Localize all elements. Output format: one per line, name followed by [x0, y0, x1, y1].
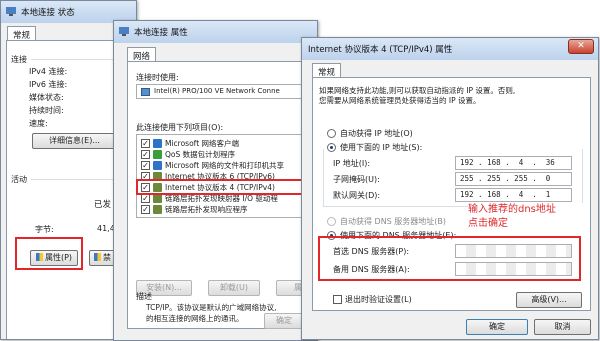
auto-dns-radio[interactable]: [327, 217, 336, 226]
adapter-box: Intel(R) PRO/100 VE Network Conne: [136, 84, 317, 99]
client-icon: [153, 139, 162, 148]
protocol-icon: [153, 194, 162, 203]
window-title: 本地连接 属性: [134, 28, 188, 38]
auto-ip-label[interactable]: 自动获得 IP 地址(O): [340, 128, 413, 139]
mask-label: 子网掩码(U):: [333, 175, 380, 184]
ipv4-item-highlight: [136, 179, 304, 195]
details-button[interactable]: 详细信息(E)...: [32, 133, 117, 149]
dns-fields-highlight: [318, 236, 581, 281]
titlebar: Internet 协议版本 4 (TCP/IPv4) 属性 ✕: [302, 38, 598, 60]
sent-label: 已发: [94, 200, 112, 210]
share-icon: [153, 161, 162, 170]
connect-using-label: 连接时使用:: [136, 73, 179, 82]
bytes-label: 字节:: [35, 225, 54, 234]
advanced-button[interactable]: 高级(V)...: [516, 292, 582, 308]
validate-label[interactable]: 退出时验证设置(L): [345, 294, 412, 305]
annotation-line-1: 输入推荐的dns地址: [468, 204, 556, 215]
protocol-icon: [153, 205, 162, 214]
cancel-button[interactable]: 取消: [534, 319, 591, 335]
checkbox[interactable]: ✓: [141, 205, 150, 214]
close-icon: ✕: [577, 41, 585, 51]
section-connection: 连接: [11, 55, 27, 64]
shield-icon: [94, 253, 101, 261]
network-panel: 连接时使用: Intel(R) PRO/100 VE Network Conne…: [127, 61, 317, 329]
adapter-name: Intel(R) PRO/100 VE Network Conne: [154, 87, 280, 95]
titlebar: 本地连接 属性: [114, 21, 317, 43]
checkbox[interactable]: ✓: [141, 194, 150, 203]
row-ipv6: IPv6 连接:: [29, 80, 68, 89]
row-media: 媒体状态:: [29, 93, 64, 102]
items-list: ✓ Microsoft 网络客户端 ✓ QoS 数据包计划程序 ✓ Microsoft…: [136, 134, 317, 218]
window-title: Internet 协议版本 4 (TCP/IPv4) 属性: [308, 45, 453, 55]
description-line-1: TCP/IP。该协议是默认的广域网络协议,: [146, 303, 277, 312]
window-title: 本地连接 状态: [21, 8, 75, 18]
qos-icon: [153, 150, 162, 159]
description-line-2: 的相互连接的网络上的通讯。: [146, 314, 244, 323]
item-label: 链路层拓扑发现响应程序: [165, 205, 248, 214]
validate-checkbox[interactable]: [333, 295, 342, 304]
checkbox[interactable]: ✓: [141, 150, 150, 159]
annotation: 输入推荐的dns地址 点击确定: [468, 203, 586, 231]
close-button[interactable]: ✕: [568, 39, 594, 54]
item-label: Microsoft 网络的文件和打印机共享: [165, 161, 285, 170]
ok-button[interactable]: 确定: [466, 319, 528, 335]
auto-dns-label[interactable]: 自动获得 DNS 服务器地址(B): [340, 216, 446, 227]
adapter-icon: [141, 88, 150, 96]
gateway-label: 默认网关(D):: [333, 191, 381, 200]
network-icon: [6, 7, 16, 16]
ok-button[interactable]: 确定: [264, 313, 304, 329]
gateway-input[interactable]: 192 . 168 . 4 . 1: [455, 188, 572, 202]
ip-label: IP 地址(I):: [333, 159, 371, 168]
disable-label: 禁: [103, 253, 111, 262]
annotation-line-2: 点击确定: [468, 218, 508, 229]
items-label: 此连接使用下列项目(O):: [136, 123, 224, 132]
intro-line-2: 您需要从网络系统管理员处获得适当的 IP 设置。: [319, 96, 481, 105]
section-activity: 活动: [11, 175, 27, 184]
ipv4-properties-window: Internet 协议版本 4 (TCP/IPv4) 属性 ✕ 常规 如果网络支…: [301, 37, 599, 340]
ip-address-input[interactable]: 192 . 168 . 4 . 36: [455, 156, 572, 170]
uninstall-button[interactable]: 卸载(U): [208, 280, 260, 296]
auto-ip-radio[interactable]: [327, 129, 336, 138]
row-duration: 持续时间:: [29, 106, 64, 115]
subnet-mask-input[interactable]: 255 . 255 . 255 . 0: [455, 172, 572, 186]
network-icon: [119, 27, 129, 36]
item-label: QoS 数据包计划程序: [165, 150, 236, 159]
checkbox[interactable]: ✓: [141, 161, 150, 170]
properties-highlight: [15, 237, 83, 270]
checkbox[interactable]: ✓: [141, 139, 150, 148]
row-speed: 速度:: [29, 119, 48, 128]
row-ipv4: IPv4 连接:: [29, 67, 68, 76]
item-label: Microsoft 网络客户端: [165, 139, 240, 148]
description-title: 描述: [136, 292, 152, 301]
